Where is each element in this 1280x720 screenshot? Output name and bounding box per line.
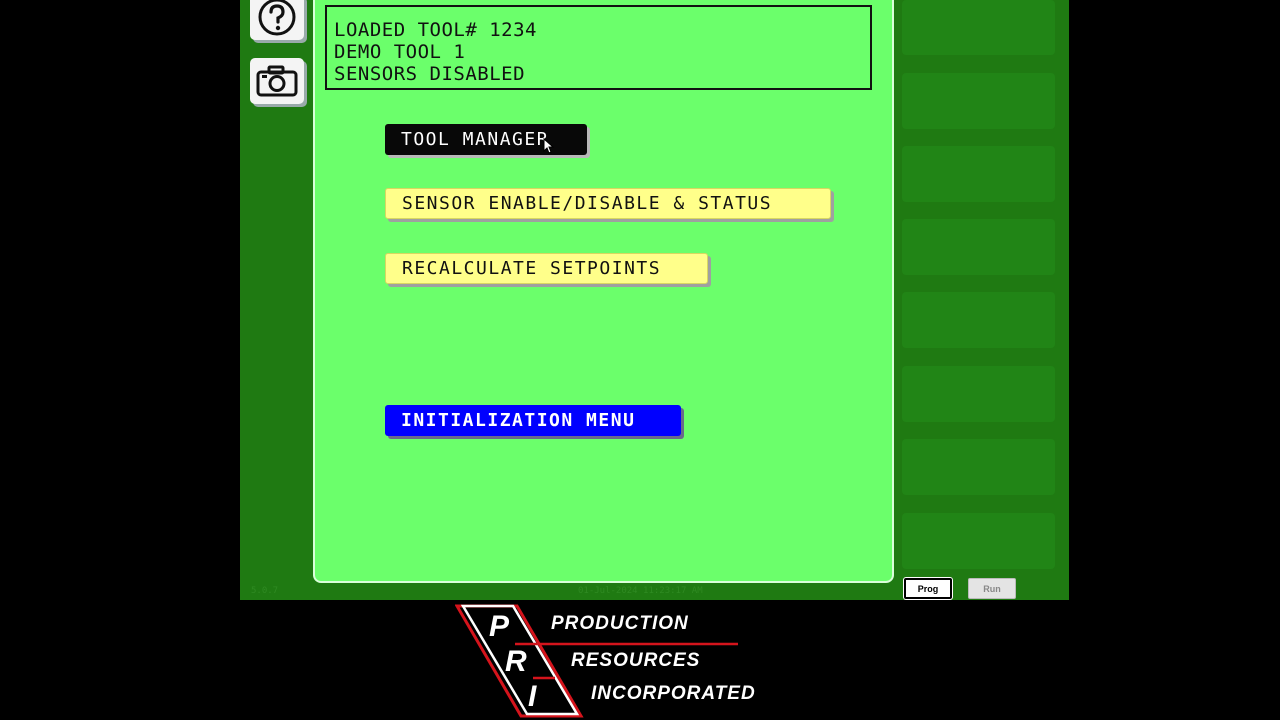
tool-manager-button[interactable]: TOOL MANAGER [385,124,587,155]
tool-manager-label: TOOL MANAGER [401,129,550,150]
prog-mode-button[interactable]: Prog [904,578,952,599]
initialization-menu-button[interactable]: INITIALIZATION MENU [385,405,681,436]
side-slot-6[interactable] [902,366,1055,422]
prog-label: Prog [917,583,939,594]
initialization-menu-label: INITIALIZATION MENU [401,410,636,431]
camera-icon [256,64,298,98]
tool-name-text: DEMO TOOL 1 [334,41,466,63]
logo-production-text: PRODUCTION [551,613,689,634]
hmi-screen: LOADED TOOL# 1234 DEMO TOOL 1 SENSORS DI… [240,0,1069,600]
logo-letter-i: I [528,680,537,713]
logo-incorporated-text: INCORPORATED [591,683,756,704]
sensor-status-text: SENSORS DISABLED [334,63,526,85]
help-button[interactable] [250,0,304,40]
mouse-cursor-icon [543,137,555,158]
pri-logo: P R I PRODUCTION RESOURCES INCORPORATED [455,604,795,718]
side-slot-2[interactable] [902,73,1055,129]
logo-letter-p: P [489,610,510,643]
side-slot-7[interactable] [902,439,1055,495]
screenshot-button[interactable] [250,58,304,104]
sensor-enable-label: SENSOR ENABLE/DISABLE & STATUS [402,193,773,214]
run-label: Run [983,583,1001,594]
side-slot-3[interactable] [902,146,1055,202]
side-slot-5[interactable] [902,292,1055,348]
logo-letter-r: R [505,645,527,678]
side-slot-1[interactable] [902,0,1055,55]
question-mark-icon [257,0,297,37]
run-mode-button[interactable]: Run [968,578,1016,599]
sensor-enable-button[interactable]: SENSOR ENABLE/DISABLE & STATUS [385,188,831,219]
tool-status-box: LOADED TOOL# 1234 DEMO TOOL 1 SENSORS DI… [325,5,872,90]
side-slot-8[interactable] [902,513,1055,569]
recalculate-setpoints-label: RECALCULATE SETPOINTS [402,258,662,279]
datetime-text: 01-Jul-2024 11:23:17 AM [578,586,703,596]
loaded-tool-text: LOADED TOOL# 1234 [334,19,537,41]
side-slot-4[interactable] [902,219,1055,275]
recalculate-setpoints-button[interactable]: RECALCULATE SETPOINTS [385,253,708,284]
main-panel: LOADED TOOL# 1234 DEMO TOOL 1 SENSORS DI… [315,0,892,581]
version-text: 5.0.7 [251,586,279,596]
logo-resources-text: RESOURCES [571,650,701,671]
